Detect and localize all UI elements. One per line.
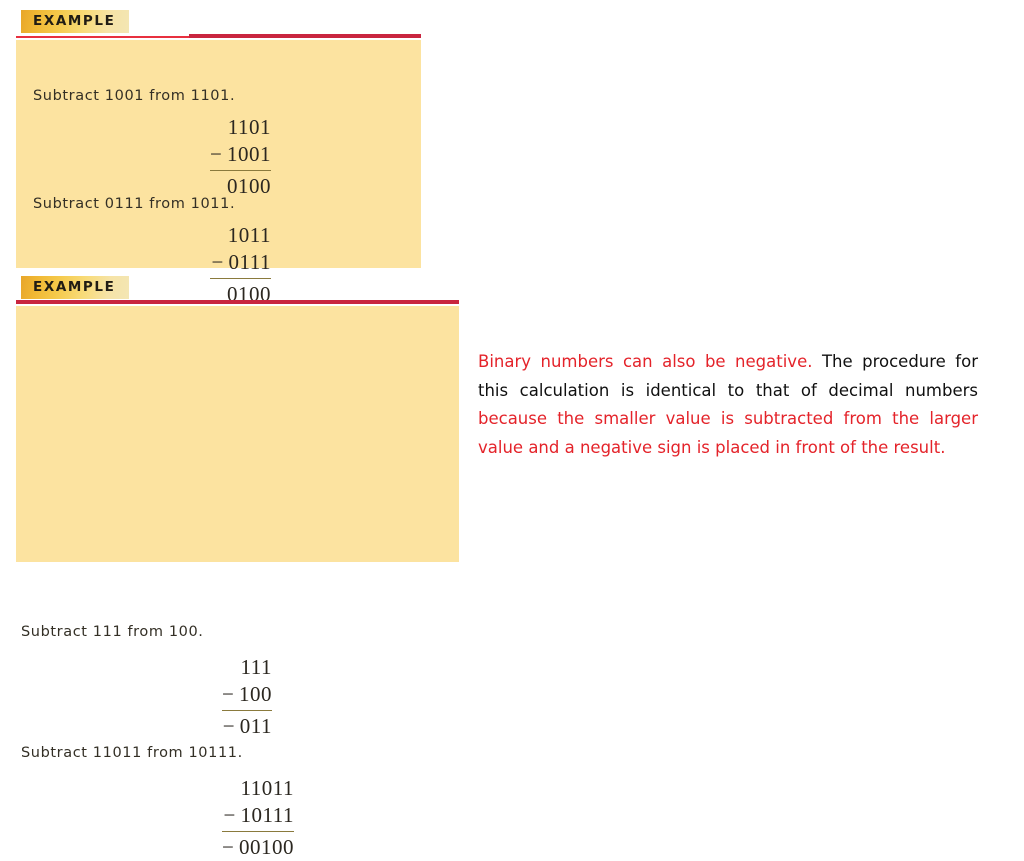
calc-divider xyxy=(222,709,272,712)
subtraction-stack: 1101 − 1001 0100 xyxy=(210,114,271,200)
calc-minuend-row: 11011 xyxy=(222,775,294,802)
example-badge-2: EXAMPLE xyxy=(21,276,130,299)
rule-thick xyxy=(16,300,459,304)
example-rule-1 xyxy=(16,33,421,40)
calc-subtrahend: 1001 xyxy=(227,141,271,166)
calc-result-sign: − xyxy=(222,714,235,739)
calc-minuend: 11011 xyxy=(240,776,294,800)
calc-divider xyxy=(222,830,294,833)
calc-result-row: − 011 xyxy=(222,713,272,740)
calc-result: 011 xyxy=(239,714,272,739)
calc-subtrahend: 10111 xyxy=(240,802,294,827)
problem-prompt: Subtract 11011 from 10111. xyxy=(21,745,243,761)
example-rule-2 xyxy=(16,299,459,306)
calc-subtrahend: 0111 xyxy=(228,249,271,274)
explanation-paragraph: Binary numbers can also be negative. The… xyxy=(478,348,978,462)
explanation-segment-highlight-2: because the smaller value is subtracted … xyxy=(478,409,978,457)
calc-subtrahend: 100 xyxy=(239,681,272,706)
subtraction-stack: 1011 − 0111 0100 xyxy=(210,222,271,308)
explanation-segment-highlight-1: Binary numbers can also be negative. xyxy=(478,352,813,371)
example-body-1: Subtract 1001 from 1101. 1101 − 1001 010… xyxy=(16,40,421,306)
minus-sign-icon: − xyxy=(223,802,236,827)
calc-result-row: − 00100 xyxy=(222,834,294,861)
calc-minuend-row: 1011 xyxy=(210,222,271,249)
calc-subtrahend-row: − 1001 xyxy=(210,141,271,168)
calc-result: 00100 xyxy=(239,835,294,860)
calc-minuend-row: 111 xyxy=(222,654,272,681)
problem-prompt: Subtract 111 from 100. xyxy=(21,624,204,640)
example-panel-2: EXAMPLE Subtract 111 from 100. 111 − 100… xyxy=(16,276,459,859)
calc-minuend: 1101 xyxy=(227,115,271,139)
calc-subtrahend-row: − 0111 xyxy=(210,249,271,276)
example-badge-1: EXAMPLE xyxy=(21,10,130,33)
minus-sign-icon: − xyxy=(210,141,222,166)
calc-minuend-row: 1101 xyxy=(210,114,271,141)
calc-subtrahend-row: − 10111 xyxy=(222,802,294,829)
example-body-2: Subtract 111 from 100. 111 − 100 − 011 S… xyxy=(16,306,459,859)
calc-divider xyxy=(210,277,271,280)
minus-sign-icon: − xyxy=(222,681,234,706)
calc-result-sign: − xyxy=(222,835,234,860)
calc-subtrahend-row: − 100 xyxy=(222,681,272,708)
calc-divider xyxy=(210,169,271,172)
example-panel-1: EXAMPLE Subtract 1001 from 1101. 1101 − … xyxy=(16,10,421,306)
minus-sign-icon: − xyxy=(211,249,224,274)
problem-prompt: Subtract 0111 from 1011. xyxy=(33,196,236,212)
subtraction-stack: 11011 − 10111 − 00100 xyxy=(222,775,294,861)
calc-minuend: 1011 xyxy=(227,223,271,247)
rule-thick xyxy=(189,34,421,38)
problem-prompt: Subtract 1001 from 1101. xyxy=(33,88,236,104)
subtraction-stack: 111 − 100 − 011 xyxy=(222,654,272,740)
calc-minuend: 111 xyxy=(240,655,272,679)
